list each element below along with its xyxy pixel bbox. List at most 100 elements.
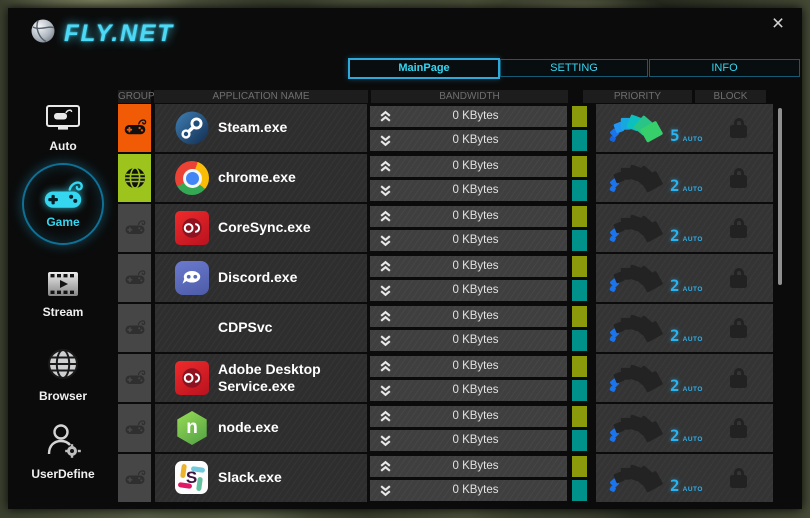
app-table-body: Steam.exe 0 KBytes 0 KBytes <box>118 104 773 504</box>
double-chevron-up-icon[interactable] <box>379 460 392 473</box>
slack-icon: S <box>175 461 209 495</box>
priority-number: 2 <box>670 476 680 495</box>
discord-icon <box>175 261 209 295</box>
group-cell-unassigned[interactable] <box>118 254 151 302</box>
gamepad-icon <box>123 219 147 237</box>
sidebar-item-userdefine[interactable]: UserDefine <box>8 420 118 481</box>
application-name: Steam.exe <box>218 119 367 137</box>
upload-row: 0 KBytes <box>370 256 567 277</box>
lock-icon[interactable] <box>730 125 747 138</box>
close-button[interactable]: × <box>766 12 790 36</box>
download-row: 0 KBytes <box>370 330 567 351</box>
app-title: FLY.NET <box>64 20 174 48</box>
double-chevron-up-icon[interactable] <box>379 110 392 123</box>
double-chevron-down-icon[interactable] <box>379 184 392 197</box>
application-icon <box>175 311 209 345</box>
double-chevron-up-icon[interactable] <box>379 410 392 423</box>
double-chevron-up-icon[interactable] <box>379 210 392 223</box>
lock-icon[interactable] <box>730 175 747 188</box>
priority-gauge-icon[interactable] <box>608 106 668 150</box>
bandwidth-cell: 0 KBytes 0 KBytes <box>370 154 567 202</box>
download-row: 0 KBytes <box>370 430 567 451</box>
table-row[interactable]: n node.exe 0 KBytes 0 KBytes <box>118 404 773 452</box>
sidebar-item-auto[interactable]: Auto <box>8 104 118 153</box>
double-chevron-up-icon[interactable] <box>379 260 392 273</box>
priority-gauge-icon[interactable] <box>608 456 668 500</box>
table-row[interactable]: CoreSync.exe 0 KBytes 0 KBytes <box>118 204 773 252</box>
lock-icon[interactable] <box>730 275 747 288</box>
upload-value: 0 KBytes <box>392 260 567 272</box>
lock-icon[interactable] <box>730 325 747 338</box>
tab-setting[interactable]: SETTING <box>500 59 648 77</box>
priority-gauge-icon[interactable] <box>608 256 668 300</box>
table-row[interactable]: CDPSvc 0 KBytes 0 KBytes <box>118 304 773 352</box>
steam-icon <box>175 111 209 145</box>
lock-icon[interactable] <box>730 475 747 488</box>
tab-mainpage[interactable]: MainPage <box>348 58 500 79</box>
lock-icon[interactable] <box>730 225 747 238</box>
priority-gauge-icon[interactable] <box>608 306 668 350</box>
upload-indicator-bar <box>572 156 587 177</box>
double-chevron-down-icon[interactable] <box>379 434 392 447</box>
application-name: Adobe Desktop Service.exe <box>218 361 367 396</box>
priority-mode: AUTO <box>683 336 703 343</box>
group-cell-unassigned[interactable] <box>118 304 151 352</box>
priority-gauge-icon[interactable] <box>608 406 668 450</box>
upload-indicator-bar <box>572 106 587 127</box>
sidebar-item-game[interactable]: Game <box>8 163 118 245</box>
vertical-scrollbar-thumb[interactable] <box>778 108 782 285</box>
priority-mode: AUTO <box>683 136 703 143</box>
upload-indicator-bar <box>572 256 587 277</box>
application-cell: S Slack.exe <box>155 454 367 502</box>
priority-value-wrap: 2 AUTO <box>670 326 703 345</box>
sidebar-item-browser[interactable]: Browser <box>8 346 118 403</box>
double-chevron-down-icon[interactable] <box>379 234 392 247</box>
table-row[interactable]: chrome.exe 0 KBytes 0 KBytes <box>118 154 773 202</box>
double-chevron-down-icon[interactable] <box>379 134 392 147</box>
upload-value: 0 KBytes <box>392 160 567 172</box>
priority-gauge-icon[interactable] <box>608 356 668 400</box>
priority-gauge-icon[interactable] <box>608 156 668 200</box>
upload-value: 0 KBytes <box>392 310 567 322</box>
table-row[interactable]: S Slack.exe 0 KBytes 0 KBytes <box>118 454 773 502</box>
double-chevron-down-icon[interactable] <box>379 484 392 497</box>
table-row[interactable]: Steam.exe 0 KBytes 0 KBytes <box>118 104 773 152</box>
group-cell-browser[interactable] <box>118 154 151 202</box>
upload-row: 0 KBytes <box>370 406 567 427</box>
lock-icon[interactable] <box>730 375 747 388</box>
priority-value-wrap: 2 AUTO <box>670 226 703 245</box>
group-cell-game[interactable] <box>118 104 151 152</box>
double-chevron-down-icon[interactable] <box>379 334 392 347</box>
priority-value-wrap: 2 AUTO <box>670 476 703 495</box>
app-root: FLY.NET × MainPage SETTING INFO Auto <box>0 0 810 518</box>
column-header-block: BLOCK <box>695 90 766 103</box>
upload-value: 0 KBytes <box>392 410 567 422</box>
priority-number: 5 <box>670 126 680 145</box>
lock-icon[interactable] <box>730 425 747 438</box>
priority-gauge-icon[interactable] <box>608 206 668 250</box>
download-indicator-bar <box>572 230 587 251</box>
sidebar-label: UserDefine <box>8 467 118 481</box>
bandwidth-cell: 0 KBytes 0 KBytes <box>370 104 567 152</box>
sidebar-label: Game <box>46 215 79 229</box>
priority-block-cell: 2 AUTO <box>596 154 773 202</box>
table-row[interactable]: Adobe Desktop Service.exe 0 KBytes 0 KBy… <box>118 354 773 402</box>
group-cell-unassigned[interactable] <box>118 404 151 452</box>
table-row[interactable]: Discord.exe 0 KBytes 0 KBytes <box>118 254 773 302</box>
double-chevron-up-icon[interactable] <box>379 360 392 373</box>
double-chevron-up-icon[interactable] <box>379 310 392 323</box>
group-cell-unassigned[interactable] <box>118 204 151 252</box>
upload-indicator-bar <box>572 456 587 477</box>
application-name: Slack.exe <box>218 469 367 487</box>
globe-icon <box>45 369 81 386</box>
group-cell-unassigned[interactable] <box>118 454 151 502</box>
group-cell-unassigned[interactable] <box>118 354 151 402</box>
double-chevron-down-icon[interactable] <box>379 384 392 397</box>
gamepad-icon <box>123 369 147 387</box>
column-header-bandwidth: BANDWIDTH <box>371 90 568 103</box>
double-chevron-down-icon[interactable] <box>379 284 392 297</box>
tab-info[interactable]: INFO <box>649 59 800 77</box>
sidebar-item-stream[interactable]: Stream <box>8 270 118 319</box>
double-chevron-up-icon[interactable] <box>379 160 392 173</box>
download-value: 0 KBytes <box>392 284 567 296</box>
